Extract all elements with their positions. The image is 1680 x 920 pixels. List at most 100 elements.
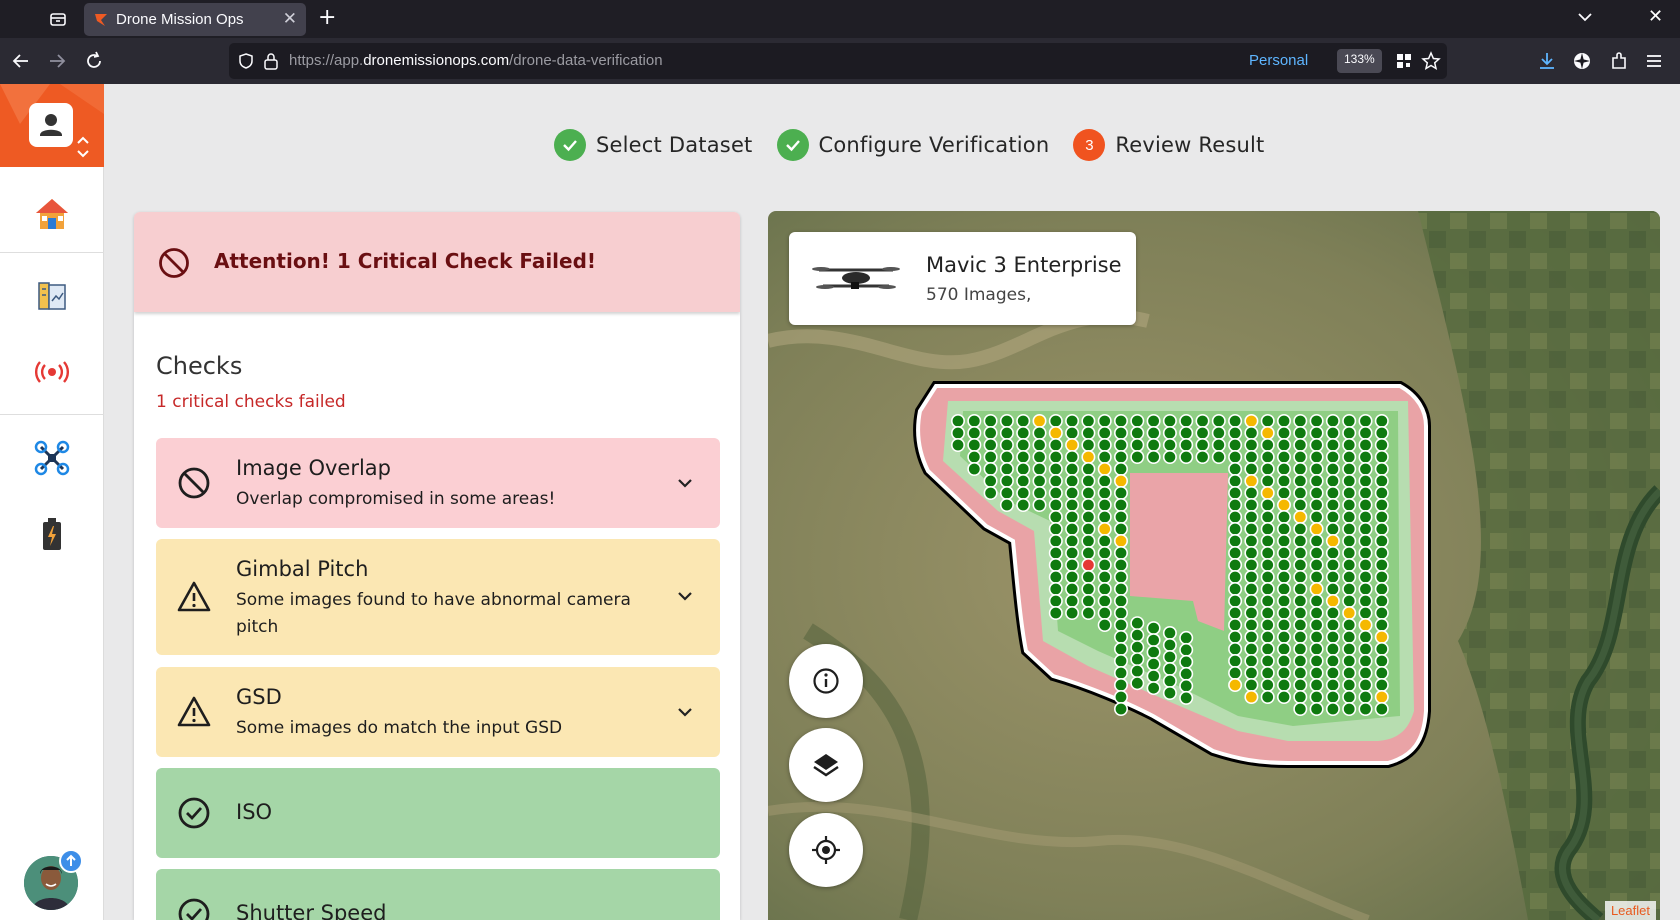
image-point-marker[interactable] [1048, 414, 1063, 429]
bookmark-star-icon[interactable] [1421, 51, 1441, 71]
url-text[interactable]: https://app.dronemissionops.com/drone-da… [289, 52, 663, 69]
image-point-marker[interactable] [1016, 438, 1031, 453]
image-point-marker[interactable] [1309, 629, 1324, 644]
image-point-marker[interactable] [1342, 509, 1357, 524]
image-point-marker[interactable] [1016, 450, 1031, 465]
image-point-marker[interactable] [1048, 473, 1063, 488]
chevron-down-icon[interactable] [676, 703, 694, 721]
image-point-marker[interactable] [1358, 545, 1373, 560]
image-point-marker[interactable] [1374, 701, 1389, 716]
image-point-marker[interactable] [1358, 665, 1373, 680]
image-point-marker[interactable] [1342, 605, 1357, 620]
image-point-marker[interactable] [1325, 581, 1340, 596]
image-point-marker[interactable] [1260, 569, 1275, 584]
check-item-gsd[interactable]: GSD Some images do match the input GSD [156, 667, 720, 757]
image-point-marker[interactable] [1244, 485, 1259, 500]
image-point-marker[interactable] [1244, 653, 1259, 668]
image-point-marker[interactable] [1032, 414, 1047, 429]
image-point-marker[interactable] [1309, 462, 1324, 477]
image-point-marker[interactable] [1048, 569, 1063, 584]
image-point-marker[interactable] [1162, 685, 1177, 700]
image-point-marker[interactable] [1211, 414, 1226, 429]
image-point-marker[interactable] [1276, 605, 1291, 620]
container-label[interactable]: Personal [1249, 52, 1308, 69]
shield-icon[interactable] [237, 52, 255, 70]
image-point-marker[interactable] [1374, 450, 1389, 465]
image-point-marker[interactable] [1342, 581, 1357, 596]
image-point-marker[interactable] [999, 473, 1014, 488]
image-point-marker[interactable] [1374, 485, 1389, 500]
image-point-marker[interactable] [983, 438, 998, 453]
image-point-marker[interactable] [1048, 605, 1063, 620]
image-point-marker[interactable] [1244, 521, 1259, 536]
image-point-marker[interactable] [1113, 509, 1128, 524]
image-point-marker[interactable] [1309, 450, 1324, 465]
step-select-dataset[interactable]: Select Dataset [554, 129, 753, 161]
image-point-marker[interactable] [1179, 450, 1194, 465]
image-point-marker[interactable] [1081, 426, 1096, 441]
image-point-marker[interactable] [1309, 617, 1324, 632]
image-point-marker[interactable] [1113, 473, 1128, 488]
image-point-marker[interactable] [1358, 473, 1373, 488]
browser-tab[interactable]: Drone Mission Ops ✕ [84, 3, 306, 36]
image-point-marker[interactable] [1276, 653, 1291, 668]
image-point-marker[interactable] [983, 450, 998, 465]
image-point-marker[interactable] [1228, 653, 1243, 668]
image-point-marker[interactable] [1065, 557, 1080, 572]
image-point-marker[interactable] [1048, 497, 1063, 512]
image-point-marker[interactable] [1309, 438, 1324, 453]
image-point-marker[interactable] [1162, 414, 1177, 429]
image-point-marker[interactable] [1081, 605, 1096, 620]
image-point-marker[interactable] [1016, 485, 1031, 500]
image-point-marker[interactable] [1179, 642, 1194, 657]
image-point-marker[interactable] [1342, 426, 1357, 441]
image-point-marker[interactable] [1374, 569, 1389, 584]
image-point-marker[interactable] [1016, 426, 1031, 441]
image-point-marker[interactable] [1293, 605, 1308, 620]
image-point-marker[interactable] [1342, 438, 1357, 453]
sidebar-item-drones[interactable] [0, 420, 104, 496]
image-point-marker[interactable] [1293, 438, 1308, 453]
image-point-marker[interactable] [999, 462, 1014, 477]
image-point-marker[interactable] [1130, 640, 1145, 655]
image-point-marker[interactable] [1065, 545, 1080, 560]
image-point-marker[interactable] [1081, 557, 1096, 572]
image-point-marker[interactable] [1325, 605, 1340, 620]
image-point-marker[interactable] [1276, 545, 1291, 560]
image-point-marker[interactable] [1162, 661, 1177, 676]
image-point-marker[interactable] [1358, 414, 1373, 429]
zoom-level-button[interactable]: 133% [1337, 49, 1382, 73]
image-point-marker[interactable] [1276, 689, 1291, 704]
image-point-marker[interactable] [1113, 533, 1128, 548]
image-point-marker[interactable] [1293, 533, 1308, 548]
image-point-marker[interactable] [1032, 438, 1047, 453]
image-point-marker[interactable] [1179, 630, 1194, 645]
image-point-marker[interactable] [1276, 629, 1291, 644]
image-point-marker[interactable] [1228, 581, 1243, 596]
sidebar-item-projects[interactable] [0, 258, 104, 334]
image-point-marker[interactable] [1293, 665, 1308, 680]
image-point-marker[interactable] [951, 414, 966, 429]
image-point-marker[interactable] [1228, 593, 1243, 608]
image-point-marker[interactable] [1179, 678, 1194, 693]
image-point-marker[interactable] [1244, 665, 1259, 680]
image-point-marker[interactable] [1325, 617, 1340, 632]
tab-manager-icon[interactable] [48, 9, 68, 29]
image-point-marker[interactable] [1228, 414, 1243, 429]
image-point-marker[interactable] [1358, 533, 1373, 548]
image-point-marker[interactable] [1260, 545, 1275, 560]
image-point-marker[interactable] [1276, 450, 1291, 465]
image-point-marker[interactable] [1325, 665, 1340, 680]
image-point-marker[interactable] [1113, 521, 1128, 536]
image-point-marker[interactable] [1097, 438, 1112, 453]
unfold-icon[interactable] [76, 134, 90, 160]
image-point-marker[interactable] [1179, 438, 1194, 453]
sidebar-item-live[interactable] [0, 334, 104, 410]
image-point-marker[interactable] [1048, 593, 1063, 608]
chevron-down-icon[interactable] [676, 474, 694, 492]
image-point-marker[interactable] [1113, 629, 1128, 644]
image-point-marker[interactable] [1325, 689, 1340, 704]
image-point-marker[interactable] [1179, 414, 1194, 429]
image-point-marker[interactable] [1081, 533, 1096, 548]
image-point-marker[interactable] [1081, 473, 1096, 488]
